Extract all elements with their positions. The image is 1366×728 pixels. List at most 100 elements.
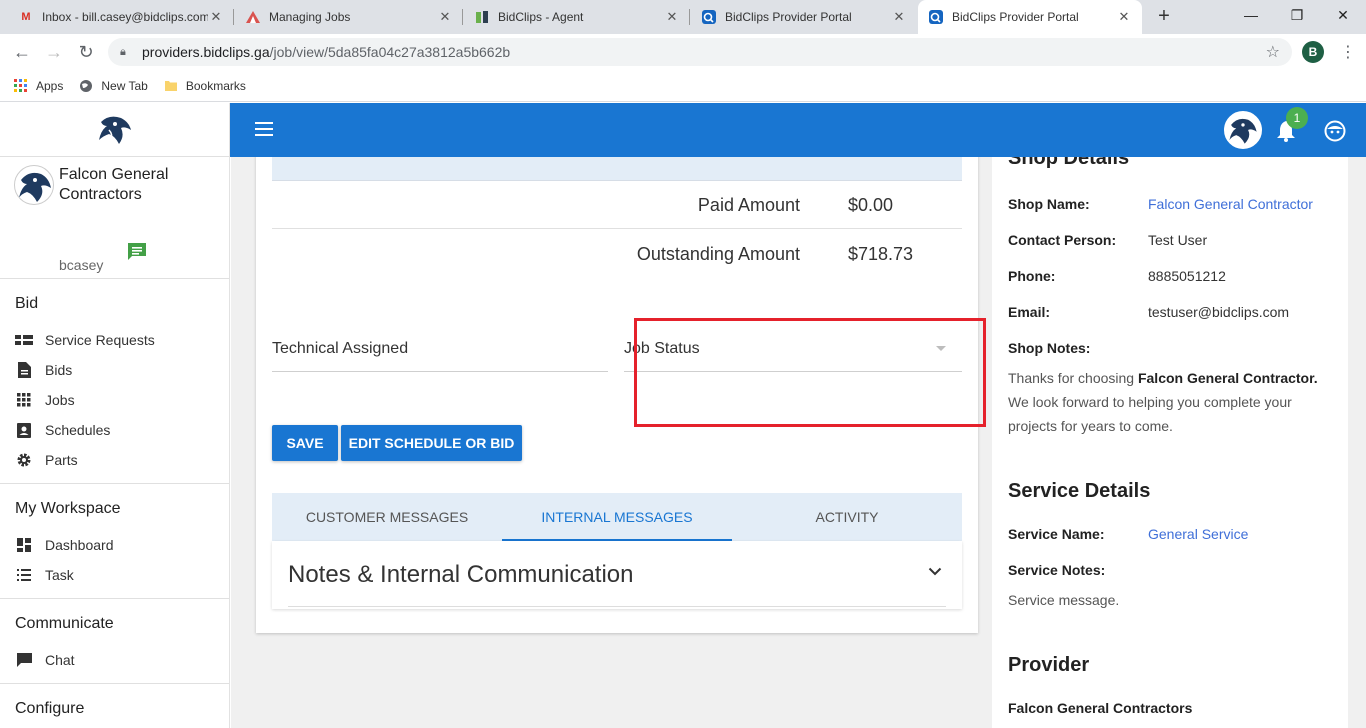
table-header — [272, 157, 962, 181]
close-icon[interactable]: ✕ — [437, 9, 453, 25]
menu-icon[interactable] — [255, 122, 273, 136]
gmail-icon: M — [21, 11, 31, 23]
bookmarks-bar: Apps New Tab Bookmarks — [0, 70, 1366, 102]
window-close-icon[interactable]: ✕ — [1320, 0, 1366, 30]
technical-assigned-field[interactable]: Technical Assigned — [272, 332, 608, 372]
browser-menu-icon[interactable]: ⋮ — [1340, 42, 1356, 62]
service-details-heading: Service Details — [1008, 480, 1151, 502]
bookmark-label: New Tab — [101, 78, 148, 93]
tab-customer-messages[interactable]: CUSTOMER MESSAGES — [272, 493, 502, 541]
shop-name-label: Shop Name: — [1008, 196, 1090, 212]
close-icon[interactable]: ✕ — [1116, 9, 1132, 25]
sidebar-item-task[interactable]: Task — [15, 560, 229, 590]
notes-panel[interactable]: Notes & Internal Communication — [272, 541, 962, 609]
sidebar-item-label: Dashboard — [45, 537, 114, 553]
main-content: Paid Amount $0.00 Outstanding Amount $71… — [231, 157, 1366, 728]
tab-internal-messages[interactable]: INTERNAL MESSAGES — [502, 493, 732, 541]
sidebar-heading-communicate: Communicate — [15, 615, 114, 632]
sidebar-item-jobs[interactable]: Jobs — [15, 385, 229, 415]
bookmark-apps[interactable]: Apps — [14, 78, 64, 93]
shop-notes-pre: Thanks for choosing — [1008, 370, 1138, 386]
sidebar-heading-workspace: My Workspace — [15, 500, 121, 517]
edit-schedule-button[interactable]: EDIT SCHEDULE OR BID — [341, 425, 522, 461]
notes-title: Notes & Internal Communication — [288, 561, 634, 588]
service-notes-label: Service Notes: — [1008, 562, 1106, 578]
address-bar-row: ← → ↻ 🔒︎ providers.bidclips.ga/job/view/… — [0, 34, 1366, 70]
contact-person-label: Contact Person: — [1008, 232, 1117, 248]
bookmark-new-tab[interactable]: New Tab — [79, 78, 148, 93]
sidebar-item-label: Parts — [45, 452, 78, 468]
sidebar-section-workspace: My Workspace Dashboard Task — [0, 484, 229, 599]
close-icon[interactable]: ✕ — [208, 9, 224, 25]
falcon-logo-icon — [98, 116, 131, 144]
message-icon[interactable] — [126, 241, 148, 263]
lock-icon: 🔒︎ — [120, 45, 126, 58]
reload-icon[interactable]: ↻ — [74, 40, 98, 64]
phone-label: Phone: — [1008, 268, 1056, 284]
bookmark-folder[interactable]: Bookmarks — [164, 79, 246, 93]
sidebar-heading-configure: Configure — [15, 700, 85, 717]
gear-icon — [15, 452, 33, 468]
service-name-link[interactable]: General Service — [1148, 526, 1248, 542]
app-sidebar: Falcon General Contractors bcasey Bid Se… — [0, 103, 230, 728]
divider — [288, 606, 946, 607]
sidebar-item-service-requests[interactable]: Service Requests — [15, 325, 229, 355]
shop-name-link[interactable]: Falcon General Contractor — [1148, 196, 1313, 212]
close-icon[interactable]: ✕ — [664, 9, 680, 25]
bookmark-star-icon[interactable]: ☆ — [1266, 42, 1280, 62]
browser-tab-gmail[interactable]: M Inbox - bill.casey@bidclips.com ✕ — [8, 0, 234, 34]
browser-tab-bidclips-agent[interactable]: BidClips - Agent ✕ — [464, 0, 690, 34]
managing-icon — [245, 9, 261, 25]
account-face-icon[interactable] — [1324, 120, 1346, 142]
sidebar-logo[interactable] — [0, 103, 229, 157]
bookmark-label: Apps — [36, 78, 64, 93]
shop-details-heading: Shop Details — [1008, 157, 1130, 169]
outstanding-amount-row: Outstanding Amount $718.73 — [272, 230, 962, 278]
email-value: testuser@bidclips.com — [1148, 304, 1290, 320]
paid-amount-label: Paid Amount — [697, 195, 800, 215]
header-avatar[interactable] — [1224, 111, 1262, 149]
details-column: Shop Details Shop Name: Falcon General C… — [992, 157, 1348, 728]
sidebar-item-chat[interactable]: Chat — [15, 645, 229, 675]
list-icon — [15, 567, 33, 583]
sidebar-item-parts[interactable]: Parts — [15, 445, 229, 475]
outstanding-amount-label: Outstanding Amount — [636, 244, 800, 264]
save-button[interactable]: SAVE — [272, 425, 338, 461]
sidebar-item-label: Task — [45, 567, 74, 583]
tab-title: BidClips - Agent — [498, 10, 584, 24]
shop-notes-bold: Falcon General Contractor. — [1137, 370, 1318, 386]
tab-activity[interactable]: ACTIVITY — [732, 493, 962, 541]
sidebar-item-bids[interactable]: Bids — [15, 355, 229, 385]
sidebar-heading-bid: Bid — [15, 295, 39, 312]
avatar[interactable] — [14, 165, 54, 205]
tab-title: BidClips Provider Portal — [725, 10, 852, 24]
close-icon[interactable]: ✕ — [891, 9, 907, 25]
provider-name: Falcon General Contractors — [1008, 700, 1193, 716]
email-label: Email: — [1008, 304, 1051, 320]
sidebar-section-configure: Configure — [0, 684, 229, 728]
chat-icon — [15, 652, 33, 668]
contact-person-value: Test User — [1148, 232, 1208, 248]
shop-notes-text: Thanks for choosing Falcon General Contr… — [1008, 366, 1328, 438]
sidebar-item-schedules[interactable]: Schedules — [15, 415, 229, 445]
sidebar-item-label: Chat — [45, 652, 75, 668]
chevron-down-icon[interactable] — [928, 567, 942, 576]
bidclips-agent-icon — [474, 9, 490, 25]
new-tab-icon[interactable]: + — [1152, 5, 1176, 29]
browser-tab-provider-portal-active[interactable]: BidClips Provider Portal ✕ — [918, 0, 1142, 34]
browser-tab-managing-jobs[interactable]: Managing Jobs ✕ — [235, 0, 463, 34]
notification-badge: 1 — [1286, 107, 1308, 129]
restore-icon[interactable]: ❐ — [1274, 0, 1320, 30]
back-icon[interactable]: ← — [10, 40, 34, 64]
browser-tab-provider-portal[interactable]: BidClips Provider Portal ✕ — [691, 0, 917, 34]
provider-portal-icon — [701, 9, 717, 25]
browser-tab-strip: M Inbox - bill.casey@bidclips.com ✕ Mana… — [0, 0, 1366, 34]
profile-avatar[interactable]: B — [1302, 41, 1324, 63]
url-field[interactable]: 🔒︎ providers.bidclips.ga/job/view/5da85f… — [108, 38, 1292, 66]
minimize-icon[interactable]: ― — [1228, 0, 1274, 30]
sidebar-item-dashboard[interactable]: Dashboard — [15, 530, 229, 560]
service-name-label: Service Name: — [1008, 526, 1105, 542]
forward-icon[interactable]: → — [42, 40, 66, 64]
job-card: Paid Amount $0.00 Outstanding Amount $71… — [256, 157, 986, 633]
tab-title: BidClips Provider Portal — [952, 10, 1079, 24]
